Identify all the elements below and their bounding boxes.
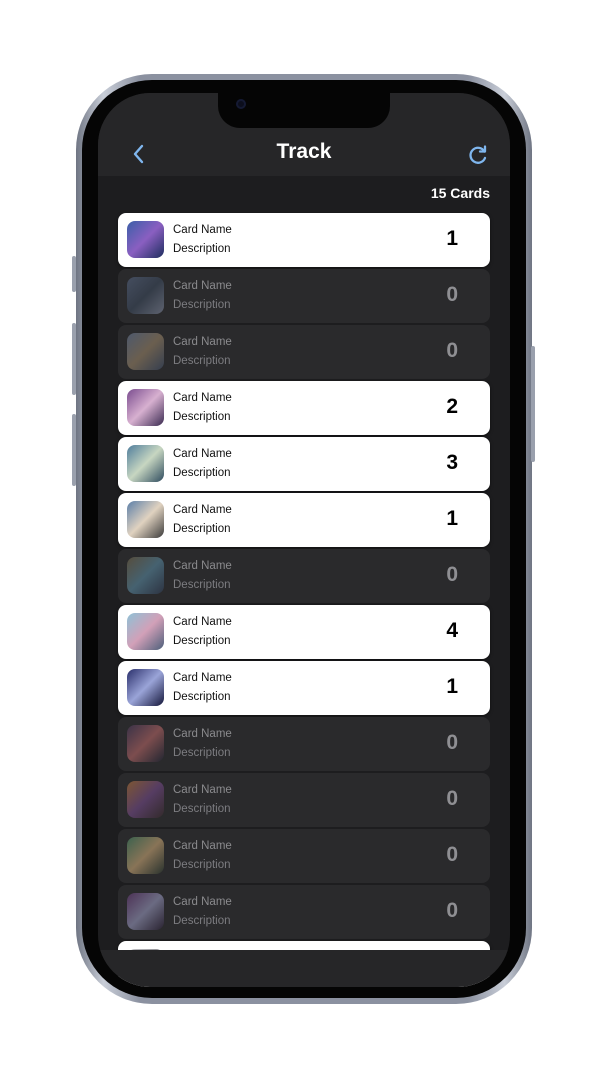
card-row[interactable]: Card Name Description 1: [118, 213, 490, 267]
card-count-value: 0: [446, 283, 458, 306]
card-count: 15 Cards: [430, 185, 490, 201]
app-screen: Track 15 Cards Card Name Description 1 Card…: [98, 93, 510, 987]
card-description: Description: [173, 411, 231, 423]
card-name: Card Name: [173, 504, 232, 516]
card-name: Card Name: [173, 392, 232, 404]
card-count-value: 3: [446, 451, 458, 474]
card-thumbnail: [127, 781, 164, 818]
card-thumbnail: [127, 333, 164, 370]
card-count-value: 0: [446, 339, 458, 362]
card-count-value: 0: [446, 899, 458, 922]
card-thumbnail: [127, 613, 164, 650]
card-name: Card Name: [173, 896, 232, 908]
card-count-value: 0: [446, 843, 458, 866]
card-description: Description: [173, 523, 231, 535]
card-description: Description: [173, 859, 231, 871]
mute-switch: [72, 256, 76, 292]
card-count-value: 2: [446, 395, 458, 418]
card-description: Description: [173, 243, 231, 255]
card-count-value: 1: [446, 227, 458, 250]
refresh-icon: [469, 145, 487, 164]
card-thumbnail: [127, 221, 164, 258]
card-row[interactable]: Card Name Description 3: [118, 437, 490, 491]
card-name: Card Name: [173, 840, 232, 852]
card-thumbnail: [127, 557, 164, 594]
card-row[interactable]: Card Name Description 0: [118, 773, 490, 827]
card-name: Card Name: [173, 728, 232, 740]
volume-down-button: [72, 414, 76, 486]
card-list[interactable]: Card Name Description 1 Card Name Descriptio…: [118, 213, 490, 987]
card-row[interactable]: Card Name Description 0: [118, 717, 490, 771]
card-row[interactable]: Card Name Description 1: [118, 661, 490, 715]
card-name: Card Name: [173, 448, 232, 460]
card-description: Description: [173, 915, 231, 927]
card-count-value: 1: [446, 675, 458, 698]
card-count-value: 0: [446, 787, 458, 810]
page-title: Track: [276, 140, 332, 163]
card-description: Description: [173, 299, 231, 311]
camera-icon: [236, 99, 246, 109]
card-thumbnail: [127, 277, 164, 314]
card-row[interactable]: Card Name Description 4: [118, 605, 490, 659]
card-name: Card Name: [173, 784, 232, 796]
card-description: Description: [173, 635, 231, 647]
card-thumbnail: [127, 725, 164, 762]
card-row[interactable]: Card Name Description 0: [118, 269, 490, 323]
card-thumbnail: [127, 445, 164, 482]
card-name: Card Name: [173, 616, 232, 628]
notch: [218, 93, 390, 128]
card-description: Description: [173, 579, 231, 591]
card-row[interactable]: Card Name Description 1: [118, 493, 490, 547]
card-name: Card Name: [173, 560, 232, 572]
card-row[interactable]: Card Name Description 0: [118, 885, 490, 939]
card-description: Description: [173, 691, 231, 703]
card-row[interactable]: Card Name Description 0: [118, 325, 490, 379]
volume-up-button: [72, 323, 76, 395]
card-name: Card Name: [173, 280, 232, 292]
card-name: Card Name: [173, 672, 232, 684]
bottom-bar: [98, 950, 510, 987]
card-thumbnail: [127, 389, 164, 426]
card-description: Description: [173, 747, 231, 759]
card-name: Card Name: [173, 224, 232, 236]
card-description: Description: [173, 803, 231, 815]
card-count-value: 4: [446, 619, 458, 642]
power-button: [531, 346, 535, 462]
card-thumbnail: [127, 893, 164, 930]
card-thumbnail: [127, 669, 164, 706]
card-count-value: 1: [446, 507, 458, 530]
card-thumbnail: [127, 837, 164, 874]
card-description: Description: [173, 467, 231, 479]
card-row[interactable]: Card Name Description 0: [118, 549, 490, 603]
card-count-value: 0: [446, 731, 458, 754]
card-thumbnail: [127, 501, 164, 538]
card-count-value: 0: [446, 563, 458, 586]
card-name: Card Name: [173, 336, 232, 348]
card-description: Description: [173, 355, 231, 367]
card-row[interactable]: Card Name Description 0: [118, 829, 490, 883]
refresh-button[interactable]: [465, 142, 491, 168]
card-row[interactable]: Card Name Description 2: [118, 381, 490, 435]
